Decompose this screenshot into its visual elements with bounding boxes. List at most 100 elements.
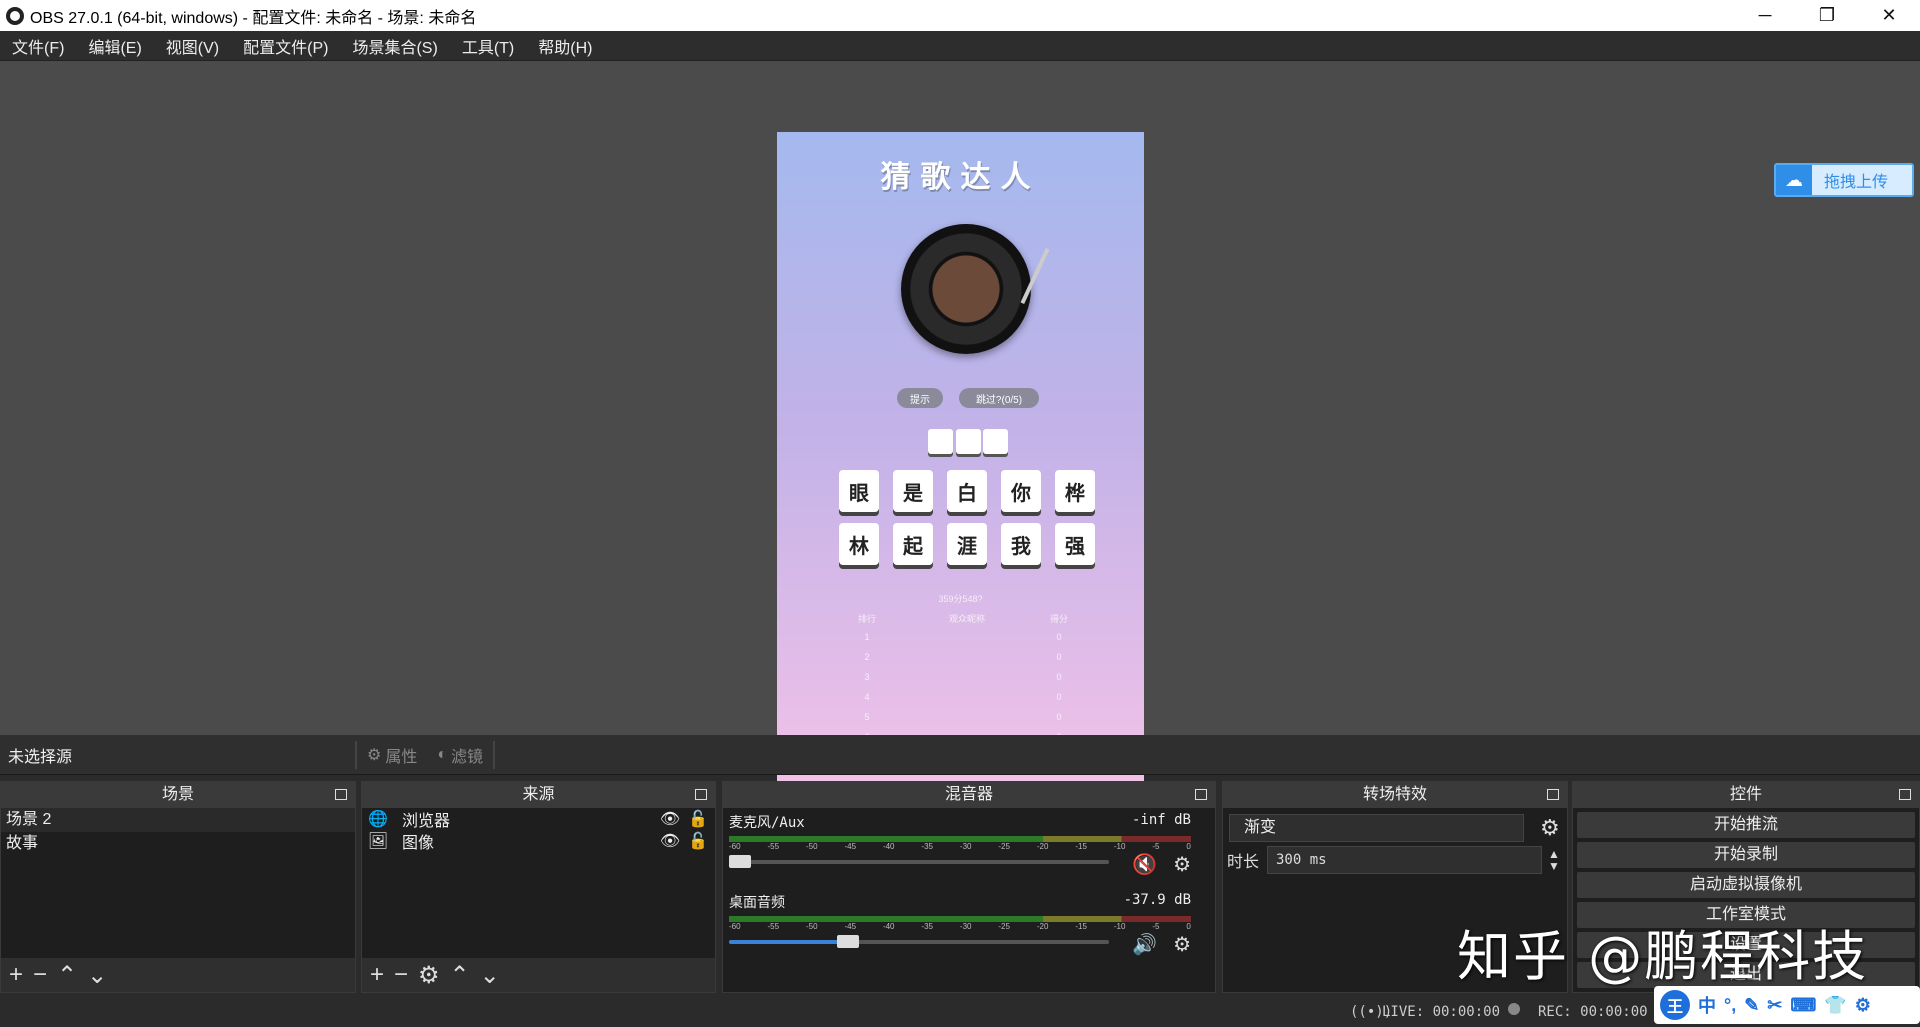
speaker-icon[interactable]: 🔊 — [1132, 932, 1157, 957]
char-tile[interactable]: 起 — [893, 523, 933, 565]
source-name: 浏览器 — [402, 813, 451, 830]
char-tile[interactable]: 桦 — [1055, 470, 1095, 512]
menu-scene-collection[interactable]: 场景集合(S) — [340, 34, 449, 58]
remove-source-button[interactable]: − — [394, 961, 408, 989]
rec-icon — [1508, 1003, 1520, 1015]
sources-dock: 来源 🌐 浏览器 👁 🔓 🖼 图像 👁 🔓 + − ⚙ ⌃ ⌄ — [361, 781, 716, 993]
skip-button[interactable]: 跳过?(0/5) — [959, 388, 1039, 408]
gear-icon[interactable]: ⚙ — [1855, 995, 1871, 1016]
float-icon[interactable] — [695, 789, 707, 800]
menu-edit[interactable]: 编辑(E) — [76, 34, 153, 58]
duration-label: 时长 — [1227, 854, 1260, 871]
upload-button[interactable]: ☁ 拖拽上传 — [1774, 163, 1914, 197]
transitions-header: 转场特效 — [1223, 782, 1567, 808]
spinner-arrows-icon[interactable]: ▲ ▼ — [1548, 848, 1560, 872]
maximize-button[interactable]: ❐ — [1796, 5, 1858, 26]
leaderboard-score: 0 — [1056, 672, 1062, 682]
leaderboard-caption: 359分548? — [938, 594, 983, 604]
float-icon[interactable] — [1899, 789, 1911, 800]
hint-button[interactable]: 提示 — [897, 388, 943, 408]
lock-icon[interactable]: 🔓 — [687, 809, 709, 829]
pen-icon[interactable]: ✎ — [1744, 995, 1759, 1016]
minimize-button[interactable]: ─ — [1734, 5, 1796, 26]
gear-icon[interactable]: ⚙ — [1173, 852, 1191, 877]
char-tile[interactable]: 林 — [839, 523, 879, 565]
duration-input[interactable]: 300 ms — [1267, 846, 1542, 874]
leaderboard-score: 0 — [1056, 712, 1062, 722]
menu-help[interactable]: 帮助(H) — [526, 34, 604, 58]
properties-button[interactable]: ⚙ 属性 — [357, 743, 427, 767]
ime-mode[interactable]: 中 — [1698, 992, 1716, 1018]
mixer-channel-desktop: 桌面音频 -37.9 dB -60 -55 -50 -45 -40 -35 -30 -25 -20… — [723, 888, 1215, 968]
lock-icon[interactable]: 🔓 — [687, 831, 709, 851]
leaderboard-score: 0 — [1056, 652, 1062, 662]
volume-slider[interactable] — [729, 935, 1109, 948]
float-icon[interactable] — [1547, 789, 1559, 800]
char-tile[interactable]: 眼 — [839, 470, 879, 512]
char-tile[interactable]: 强 — [1055, 523, 1095, 565]
leaderboard-rank: 1 — [864, 632, 870, 642]
gear-icon[interactable]: ⚙ — [1173, 932, 1191, 957]
char-tile[interactable]: 你 — [1001, 470, 1041, 512]
muted-speaker-icon[interactable]: 🔇 — [1132, 852, 1157, 877]
channel-name: 桌面音频 — [729, 895, 785, 911]
scene-item[interactable]: 故事 — [1, 832, 355, 856]
float-icon[interactable] — [1195, 789, 1207, 800]
filter-icon: ◐ — [437, 745, 448, 763]
transition-select[interactable]: 渐变 — [1229, 814, 1524, 842]
menu-tools[interactable]: 工具(T) — [450, 34, 526, 58]
source-item[interactable]: 🖼 图像 👁 🔓 — [362, 830, 715, 852]
remove-scene-button[interactable]: − — [33, 961, 47, 989]
move-down-button[interactable]: ⌄ — [480, 961, 500, 990]
live-timer: LIVE: 00:00:00 — [1382, 1004, 1501, 1020]
ime-badge[interactable]: 王 — [1660, 990, 1690, 1020]
gear-icon[interactable]: ⚙ — [1540, 815, 1560, 841]
char-tile[interactable]: 我 — [1001, 523, 1041, 565]
eye-icon[interactable]: 👁 — [659, 809, 681, 829]
shirt-icon[interactable]: 👕 — [1824, 995, 1846, 1016]
menu-view[interactable]: 视图(V) — [154, 34, 231, 58]
menu-file[interactable]: 文件(F) — [0, 34, 76, 58]
scenes-header: 场景 — [1, 782, 355, 808]
meter-ticks: -60 -55 -50 -45 -40 -35 -30 -25 -20 -15 -10 -5 0 — [729, 842, 1191, 851]
start-streaming-button[interactable]: 开始推流 — [1577, 812, 1915, 838]
start-virtual-camera-button[interactable]: 启动虚拟摄像机 — [1577, 872, 1915, 898]
move-down-button[interactable]: ⌄ — [87, 961, 107, 990]
move-up-button[interactable]: ⌃ — [450, 961, 470, 990]
eye-icon[interactable]: 👁 — [659, 831, 681, 851]
mixer-dock: 混音器 麦克风/Aux -inf dB -60 -55 -50 -45 -40 -35 -30… — [722, 781, 1216, 993]
start-recording-button[interactable]: 开始录制 — [1577, 842, 1915, 868]
obs-logo-icon — [6, 6, 24, 25]
source-properties-gear-icon[interactable]: ⚙ — [418, 961, 440, 990]
punctuation-icon[interactable]: °, — [1724, 995, 1736, 1016]
add-scene-button[interactable]: + — [9, 961, 23, 989]
close-button[interactable]: ✕ — [1858, 5, 1920, 26]
transitions-title: 转场特效 — [1362, 786, 1427, 803]
mixer-header: 混音器 — [723, 782, 1215, 808]
keyboard-icon[interactable]: ⌨ — [1790, 995, 1816, 1016]
menu-bar: 文件(F) 编辑(E) 视图(V) 配置文件(P) 场景集合(S) 工具(T) … — [0, 31, 1920, 61]
controls-header: 控件 — [1573, 782, 1919, 808]
scissors-icon[interactable]: ✂ — [1767, 995, 1782, 1016]
separator — [493, 740, 496, 769]
channel-level: -inf dB — [1131, 812, 1191, 828]
preview-canvas[interactable]: 猜歌达人 提示 跳过?(0/5) 眼 是 白 你 桦 林 起 涯 我 强 359… — [777, 132, 1144, 785]
filters-button[interactable]: ◐ 滤镜 — [427, 743, 493, 767]
ime-toolbar[interactable]: 王 中 °, ✎ ✂ ⌨ 👕 ⚙ — [1654, 986, 1920, 1024]
vinyl-record-icon — [901, 224, 1050, 354]
scene-item[interactable]: 场景 2 — [1, 808, 355, 832]
title-bar: OBS 27.0.1 (64-bit, windows) - 配置文件: 未命名… — [0, 0, 1920, 31]
answer-slot — [928, 429, 953, 454]
add-source-button[interactable]: + — [370, 961, 384, 989]
source-item[interactable]: 🌐 浏览器 👁 🔓 — [362, 808, 715, 830]
preview-area[interactable]: 猜歌达人 提示 跳过?(0/5) 眼 是 白 你 桦 林 起 涯 我 强 359… — [0, 61, 1920, 785]
volume-slider[interactable] — [729, 855, 1109, 868]
char-tile[interactable]: 涯 — [947, 523, 987, 565]
char-tile[interactable]: 是 — [893, 470, 933, 512]
menu-profile[interactable]: 配置文件(P) — [231, 34, 340, 58]
sources-header: 来源 — [362, 782, 715, 808]
float-icon[interactable] — [335, 789, 347, 800]
leaderboard-rank: 2 — [864, 652, 870, 662]
move-up-button[interactable]: ⌃ — [57, 961, 77, 990]
char-tile[interactable]: 白 — [947, 470, 987, 512]
